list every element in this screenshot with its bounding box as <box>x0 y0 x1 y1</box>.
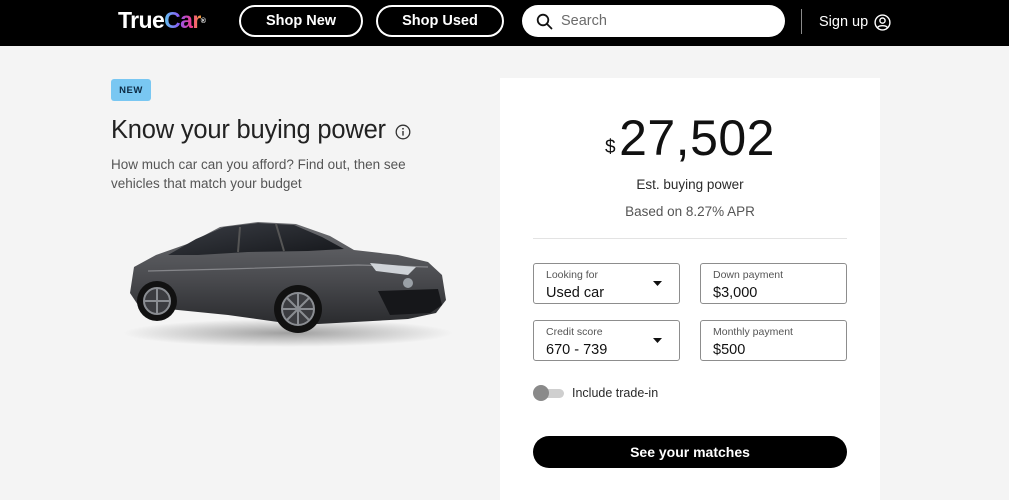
caret-down-icon <box>653 338 662 343</box>
apr-text: Based on 8.27% APR <box>625 204 755 219</box>
new-badge: NEW <box>111 79 151 101</box>
sign-up-button[interactable]: Sign up <box>819 10 891 34</box>
car-image <box>108 205 458 355</box>
trade-in-row: Include trade-in <box>533 385 658 401</box>
card-divider <box>533 238 847 239</box>
monthly-payment-label: Monthly payment <box>713 326 793 338</box>
truecar-logo[interactable]: TrueCar® <box>118 7 206 33</box>
sign-up-label: Sign up <box>819 14 869 30</box>
down-payment-value: $3,000 <box>713 285 758 301</box>
page-title: Know your buying power <box>111 116 386 144</box>
caret-down-icon <box>653 281 662 286</box>
credit-score-value: 670 - 739 <box>546 342 608 358</box>
logo-registered-mark: ® <box>200 18 206 25</box>
search-input[interactable] <box>561 13 761 29</box>
buying-power-card: $27,502 Est. buying power Based on 8.27%… <box>500 78 880 500</box>
trade-in-toggle[interactable] <box>533 385 564 401</box>
shop-used-button[interactable]: Shop Used <box>376 5 504 37</box>
search-icon <box>536 13 553 29</box>
nav-divider <box>801 9 802 34</box>
est-buying-power-label: Est. buying power <box>636 177 744 192</box>
trade-in-label: Include trade-in <box>572 386 659 400</box>
logo-true-text: True <box>118 7 165 33</box>
monthly-payment-field[interactable]: Monthly payment $500 <box>700 320 847 361</box>
looking-for-label: Looking for <box>546 269 598 281</box>
search-box[interactable] <box>522 5 785 37</box>
hero-subtitle: How much car can you afford? Find out, t… <box>111 157 406 191</box>
hero-title-row: Know your buying power <box>111 116 411 145</box>
logo-car-text: Car <box>164 7 201 33</box>
looking-for-value: Used car <box>546 285 605 301</box>
credit-score-label: Credit score <box>546 326 603 338</box>
top-nav-bar: TrueCar® Shop New Shop Used Sign up <box>0 0 1009 46</box>
down-payment-label: Down payment <box>713 269 784 281</box>
looking-for-select[interactable]: Looking for Used car <box>533 263 680 304</box>
info-icon[interactable] <box>395 124 411 140</box>
shop-new-button[interactable]: Shop New <box>239 5 363 37</box>
currency-symbol: $ <box>604 137 617 158</box>
amount-value: 27,502 <box>619 110 775 166</box>
see-matches-button[interactable]: See your matches <box>533 436 847 468</box>
down-payment-field[interactable]: Down payment $3,000 <box>700 263 847 304</box>
credit-score-select[interactable]: Credit score 670 - 739 <box>533 320 680 361</box>
toggle-knob <box>533 385 549 401</box>
monthly-payment-value: $500 <box>713 342 746 358</box>
buying-power-amount: $27,502 <box>500 112 880 164</box>
user-circle-icon <box>874 13 891 31</box>
